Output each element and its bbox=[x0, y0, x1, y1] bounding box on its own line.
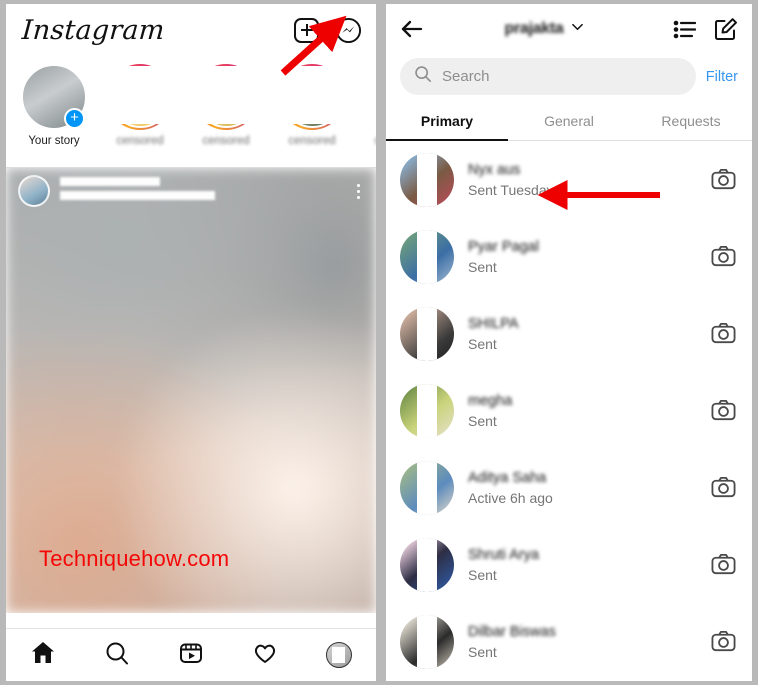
story-label: censored bbox=[116, 135, 164, 147]
profile-avatar[interactable] bbox=[326, 642, 352, 668]
tab-primary[interactable]: Primary bbox=[386, 103, 508, 141]
chat-name: Dilbar Biswas bbox=[468, 623, 556, 640]
search-icon[interactable] bbox=[104, 640, 130, 671]
account-switcher[interactable]: prajakta bbox=[416, 20, 673, 38]
chat-status: Sent bbox=[468, 335, 497, 352]
camera-icon[interactable] bbox=[711, 475, 736, 500]
story-label: censored bbox=[362, 135, 376, 147]
more-options-icon[interactable] bbox=[353, 180, 364, 203]
chat-text: Dilbar Biswas Sent bbox=[468, 624, 697, 660]
new-message-compose-icon[interactable] bbox=[714, 17, 738, 41]
tab-general[interactable]: General bbox=[508, 103, 630, 140]
chat-name: Shruti Arya bbox=[468, 546, 539, 563]
dm-top-actions bbox=[673, 17, 738, 41]
post-author-username-redacted bbox=[60, 177, 160, 186]
story-label: censored bbox=[288, 135, 336, 147]
dm-username: prajakta bbox=[504, 20, 564, 37]
camera-icon[interactable] bbox=[711, 167, 736, 192]
home-icon[interactable] bbox=[30, 640, 56, 671]
tab-requests[interactable]: Requests bbox=[630, 103, 752, 140]
post-header bbox=[6, 168, 376, 214]
avatar[interactable] bbox=[400, 152, 454, 207]
chat-list-item[interactable]: Shruti Arya Sent bbox=[386, 526, 752, 603]
story-label: censored bbox=[202, 135, 250, 147]
chat-name: SHILPA bbox=[468, 315, 519, 332]
post-author-avatar[interactable] bbox=[18, 175, 50, 207]
top-bar-actions bbox=[294, 17, 362, 44]
chat-name: Aditya Saha bbox=[468, 469, 547, 486]
avatar[interactable] bbox=[400, 229, 454, 284]
privacy-redaction-overlay bbox=[96, 66, 376, 124]
chat-name: Pyar Pagal bbox=[468, 238, 539, 255]
chat-list-item[interactable]: Nyx aus Sent Tuesday bbox=[386, 141, 752, 218]
chat-list-item[interactable]: Pyar Pagal Sent bbox=[386, 218, 752, 295]
chat-status: Sent bbox=[468, 412, 497, 429]
filter-button[interactable]: Filter bbox=[706, 69, 740, 85]
chat-text: Pyar Pagal Sent bbox=[468, 239, 697, 275]
camera-icon[interactable] bbox=[711, 244, 736, 269]
chat-text: Shruti Arya Sent bbox=[468, 547, 697, 583]
chat-name: megha bbox=[468, 392, 513, 409]
camera-icon[interactable] bbox=[711, 629, 736, 654]
chevron-down-icon[interactable] bbox=[571, 20, 584, 38]
chat-status: Sent bbox=[468, 258, 497, 275]
add-story-plus-badge[interactable]: + bbox=[64, 108, 85, 129]
avatar[interactable] bbox=[400, 460, 454, 515]
site-watermark: Techniquehow.com bbox=[39, 546, 230, 571]
story-your-story[interactable]: + Your story bbox=[18, 64, 90, 147]
story-label: Your story bbox=[28, 135, 80, 147]
search-row: Search Filter bbox=[386, 54, 752, 103]
messenger-icon[interactable] bbox=[335, 17, 362, 44]
avatar[interactable] bbox=[400, 614, 454, 669]
chat-text: megha Sent bbox=[468, 393, 697, 429]
heart-icon[interactable] bbox=[252, 640, 278, 671]
search-placeholder: Search bbox=[442, 68, 490, 85]
reels-icon[interactable] bbox=[178, 640, 204, 671]
chat-text: Nyx aus Sent Tuesday bbox=[468, 162, 697, 198]
search-icon bbox=[414, 65, 432, 88]
chat-list-item[interactable]: SHILPA Sent bbox=[386, 295, 752, 372]
search-input[interactable]: Search bbox=[400, 58, 696, 95]
instagram-feed-panel: Instagram + Your story censored censored… bbox=[6, 4, 376, 681]
bottom-navigation-bar bbox=[6, 628, 376, 681]
dm-top-bar: prajakta bbox=[386, 4, 752, 54]
stories-tray[interactable]: + Your story censored censored censored bbox=[6, 56, 376, 168]
chat-list-item[interactable]: megha Sent bbox=[386, 372, 752, 449]
screenshot-root: Instagram + Your story censored censored… bbox=[0, 0, 758, 685]
inbox-tabs: Primary General Requests bbox=[386, 103, 752, 141]
instagram-top-bar: Instagram bbox=[6, 4, 376, 56]
chat-status: Active 6h ago bbox=[468, 489, 553, 506]
message-requests-list-icon[interactable] bbox=[673, 20, 697, 39]
chat-status: Sent bbox=[468, 566, 497, 583]
plus-square-icon[interactable] bbox=[294, 17, 319, 43]
camera-icon[interactable] bbox=[711, 321, 736, 346]
post-author-location-redacted bbox=[60, 191, 215, 200]
chat-list-item[interactable]: Dilbar Biswas Sent bbox=[386, 603, 752, 680]
instagram-logo: Instagram bbox=[20, 14, 166, 46]
feed-post: Techniquehow.com bbox=[6, 168, 376, 613]
camera-icon[interactable] bbox=[711, 398, 736, 423]
post-author-names bbox=[60, 177, 215, 205]
avatar[interactable] bbox=[400, 383, 454, 438]
avatar[interactable] bbox=[400, 537, 454, 592]
camera-icon[interactable] bbox=[711, 552, 736, 577]
direct-messages-panel: prajakta Search Filter Primary General R… bbox=[386, 4, 752, 681]
chat-list-item[interactable]: Aditya Saha Active 6h ago bbox=[386, 449, 752, 526]
chat-name: Nyx aus bbox=[468, 161, 521, 178]
chat-text: Aditya Saha Active 6h ago bbox=[468, 470, 697, 506]
avatar[interactable] bbox=[400, 306, 454, 361]
chat-status: Sent bbox=[468, 643, 497, 660]
chat-text: SHILPA Sent bbox=[468, 316, 697, 352]
chat-status: Sent Tuesday bbox=[468, 181, 554, 198]
chat-list: Nyx aus Sent Tuesday Pyar Pagal Sent SHI… bbox=[386, 141, 752, 680]
your-story-ring: + bbox=[21, 64, 87, 130]
